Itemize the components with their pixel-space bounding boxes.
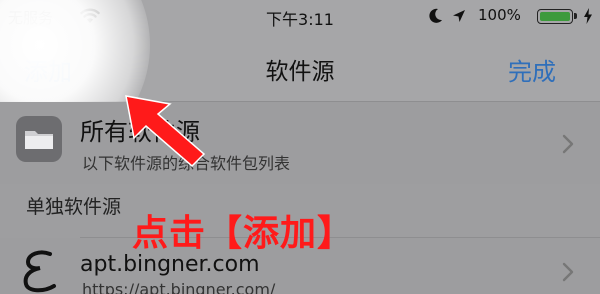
all-sources-row[interactable]: 所有软件源 以下软件源的综合软件包列表 xyxy=(0,102,600,184)
chevron-right-icon xyxy=(562,262,574,282)
top-bar: 无服务 下午3:11 100% 添加 软件源 完成 xyxy=(0,0,600,102)
status-bar: 无服务 下午3:11 100% xyxy=(0,0,600,34)
add-button[interactable]: 添加 xyxy=(24,52,72,87)
red-arrow-icon xyxy=(125,95,206,168)
charging-bolt-icon xyxy=(584,8,592,24)
location-arrow-icon xyxy=(453,10,465,22)
repo-logo-icon xyxy=(23,250,56,293)
done-button[interactable]: 完成 xyxy=(508,52,556,87)
repo-url: https://apt.bingner.com/ xyxy=(82,280,276,294)
sources-screen: 无服务 下午3:11 100% 添加 软件源 完成 以下软件源的综合软件包列表 … xyxy=(0,0,600,294)
battery-icon xyxy=(537,9,573,24)
carrier-label: 无服务 xyxy=(8,9,54,27)
navigation-bar: 添加 软件源 完成 xyxy=(0,44,600,94)
section-header: 单独软件源 xyxy=(26,196,122,218)
chevron-right-icon xyxy=(562,134,574,154)
folder-icon xyxy=(16,116,62,162)
moon-icon xyxy=(429,8,442,23)
page-title: 软件源 xyxy=(265,59,335,85)
battery-tip xyxy=(574,13,577,19)
instruction-annotation: 点击【添加】 xyxy=(132,213,355,254)
battery-level-fill xyxy=(540,12,570,21)
clock: 下午3:11 xyxy=(266,10,334,29)
battery-percent: 100% xyxy=(478,6,521,24)
wifi-icon xyxy=(80,8,100,23)
